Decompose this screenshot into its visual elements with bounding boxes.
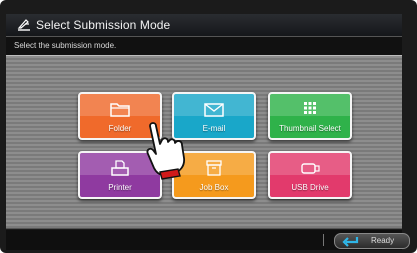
ready-button[interactable]: Ready: [334, 233, 410, 249]
device-screen: Select Submission Mode Select the submis…: [0, 0, 417, 253]
instruction-text: Select the submission mode.: [14, 41, 117, 50]
box-icon: [206, 160, 222, 176]
printer-label: Printer: [108, 183, 132, 192]
job-box-label: Job Box: [199, 183, 229, 192]
status-separator: [323, 234, 324, 246]
instruction-bar: Select the submission mode.: [6, 37, 402, 55]
thumbnail-select-mode-button[interactable]: Thumbnail Select: [268, 92, 352, 140]
mode-panel: Folder E-mail Thumbnail Select Printer J…: [6, 55, 402, 229]
return-arrow-icon: [342, 237, 359, 247]
thumbnail-select-label: Thumbnail Select: [279, 124, 341, 133]
envelope-icon: [204, 103, 224, 117]
usb-drive-mode-button[interactable]: USB Drive: [268, 151, 352, 199]
hand-pointer-icon: [146, 122, 185, 180]
grid-icon: [304, 102, 316, 114]
page-title: Select Submission Mode: [36, 18, 171, 32]
submission-mode-icon: [17, 19, 30, 31]
title-bar: Select Submission Mode: [6, 14, 402, 37]
ready-label: Ready: [371, 236, 395, 245]
folder-icon: [110, 103, 130, 117]
status-bar: Ready: [6, 230, 410, 250]
usb-drive-label: USB Drive: [291, 183, 329, 192]
printer-icon: [111, 160, 129, 176]
usb-drive-icon: [301, 163, 320, 174]
